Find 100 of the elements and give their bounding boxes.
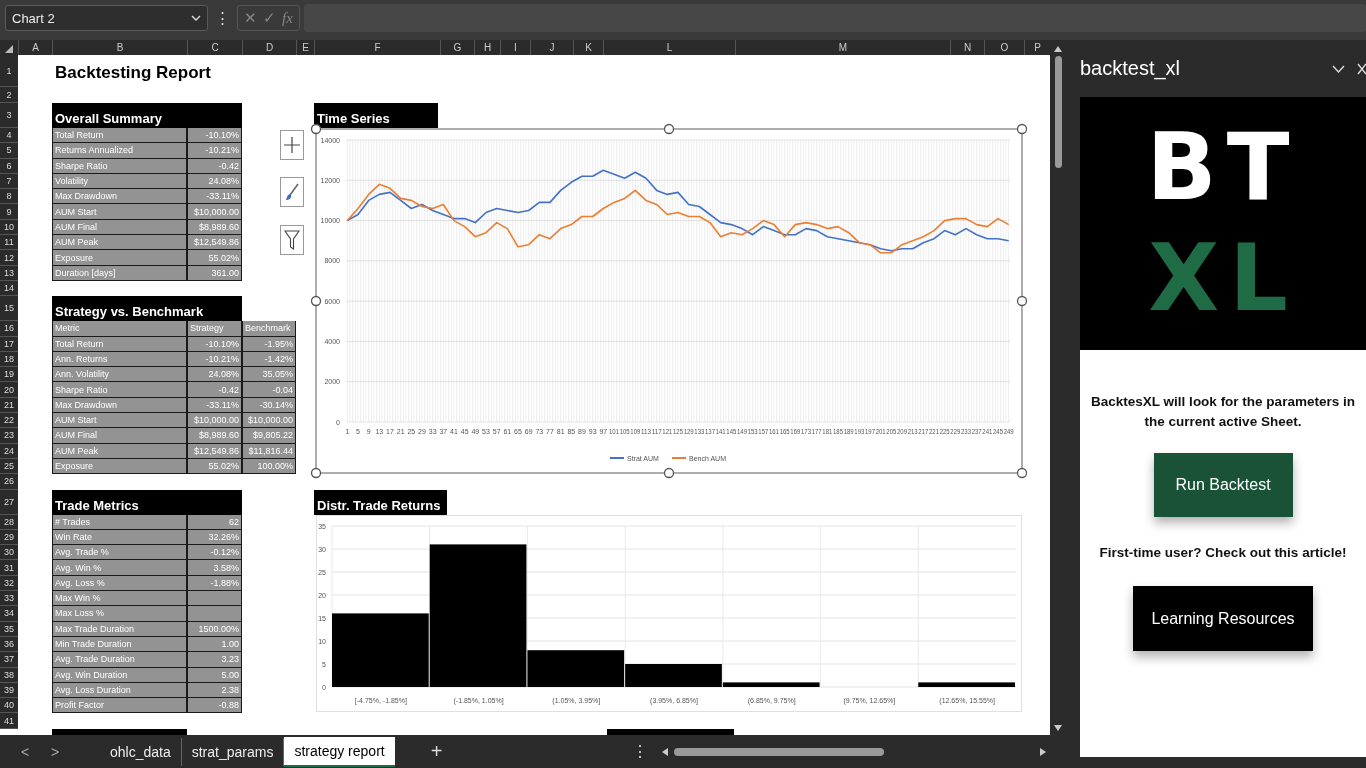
metric-label: Profit Factor bbox=[52, 698, 187, 714]
row-header[interactable]: 9 bbox=[0, 204, 18, 220]
run-backtest-button[interactable]: Run Backtest bbox=[1153, 453, 1293, 518]
row-header[interactable]: 33 bbox=[0, 591, 18, 607]
metric-label: Max Loss % bbox=[52, 606, 187, 622]
add-sheet-button[interactable]: + bbox=[430, 740, 443, 763]
metric-value: $8,989.60 bbox=[187, 428, 242, 444]
chart-heading: Distr. Trade Returns bbox=[314, 489, 447, 515]
column-label: Benchmark bbox=[242, 321, 296, 337]
name-box[interactable]: Chart 2 bbox=[5, 5, 208, 31]
resize-handle[interactable] bbox=[663, 467, 675, 479]
chart-heading: Time Series bbox=[314, 103, 438, 128]
row-header[interactable]: 41 bbox=[0, 713, 18, 729]
benchmark-value: $9,805.22 bbox=[242, 428, 296, 444]
metric-label: AUM Start bbox=[52, 413, 187, 429]
metric-value: $10,000.00 bbox=[187, 413, 242, 429]
metric-value: 3.23 bbox=[187, 652, 242, 668]
column-header[interactable]: G bbox=[453, 42, 462, 53]
scroll-right-icon[interactable] bbox=[1040, 747, 1046, 756]
row-header[interactable]: 3 bbox=[0, 103, 18, 128]
metric-label: Max Drawdown bbox=[52, 189, 187, 205]
prompt-text: First-time user? Check out this article! bbox=[1099, 545, 1347, 561]
metric-value: -10.10% bbox=[187, 128, 242, 144]
row-header[interactable]: 4 bbox=[0, 128, 18, 144]
resize-handle[interactable] bbox=[310, 295, 322, 307]
row-header[interactable]: 34 bbox=[0, 606, 18, 622]
column-header[interactable]: O bbox=[1000, 42, 1009, 53]
column-header[interactable]: A bbox=[32, 42, 39, 53]
row-header[interactable]: 30 bbox=[0, 545, 18, 561]
column-header[interactable]: L bbox=[666, 42, 673, 53]
row-header[interactable]: 40 bbox=[0, 698, 18, 714]
metric-value: -10.21% bbox=[187, 143, 242, 159]
report-title: Backtesting Report bbox=[55, 63, 211, 83]
resize-handle[interactable] bbox=[1016, 467, 1028, 479]
metric-value: -0.12% bbox=[187, 545, 242, 561]
row-header[interactable]: 22 bbox=[0, 413, 18, 429]
section-title: Overall Summary bbox=[52, 103, 242, 128]
metric-label: AUM Final bbox=[52, 428, 187, 444]
row-header[interactable]: 37 bbox=[0, 652, 18, 668]
metric-label: Exposure bbox=[52, 250, 187, 266]
chart-styles-button[interactable] bbox=[280, 177, 304, 207]
column-header[interactable]: K bbox=[585, 42, 592, 53]
metric-label: Avg. Trade % bbox=[52, 545, 187, 561]
column-header[interactable]: C bbox=[211, 42, 219, 53]
metric-label: AUM Peak bbox=[52, 235, 187, 251]
sheet-tab[interactable]: ohlc_data bbox=[100, 737, 182, 766]
row-header[interactable]: 31 bbox=[0, 560, 18, 576]
column-header[interactable]: I bbox=[514, 42, 517, 53]
chart-filters-button[interactable] bbox=[280, 225, 304, 255]
row-header[interactable]: 20 bbox=[0, 382, 18, 398]
column-header[interactable]: M bbox=[838, 42, 848, 53]
row-header[interactable]: 27 bbox=[0, 489, 18, 515]
column-header[interactable]: D bbox=[265, 42, 274, 53]
metric-value: -0.42 bbox=[187, 382, 242, 398]
column-header[interactable]: F bbox=[374, 42, 381, 53]
row-header[interactable]: 16 bbox=[0, 321, 18, 337]
resize-handle[interactable] bbox=[310, 467, 322, 479]
next-sheet-button[interactable]: > bbox=[40, 743, 70, 760]
learning-resources-button[interactable]: Learning Resources bbox=[1133, 586, 1313, 652]
column-header[interactable]: H bbox=[483, 42, 492, 53]
chart-elements-button[interactable] bbox=[280, 130, 304, 160]
section-title: Strategy vs. Benchmark bbox=[52, 296, 242, 322]
resize-handle[interactable] bbox=[310, 123, 322, 135]
scroll-left-icon[interactable] bbox=[662, 747, 668, 756]
row-header[interactable]: 26 bbox=[0, 474, 18, 490]
sheet-tab[interactable]: strategy report bbox=[284, 736, 395, 767]
previous-sheet-button[interactable]: < bbox=[10, 743, 40, 760]
more-button[interactable]: ⋮ bbox=[212, 9, 233, 27]
row-header[interactable]: 8 bbox=[0, 189, 18, 205]
benchmark-value: $10,000.00 bbox=[242, 413, 296, 429]
row-header[interactable]: 1 bbox=[0, 55, 18, 87]
more-button[interactable]: ⋮ bbox=[632, 742, 648, 761]
scroll-thumb[interactable] bbox=[674, 747, 884, 756]
pane-title: backtest_xl bbox=[1080, 57, 1181, 80]
close-icon[interactable] bbox=[1357, 62, 1366, 75]
scroll-up-icon[interactable] bbox=[1054, 46, 1062, 52]
row-header[interactable]: 11 bbox=[0, 235, 18, 251]
resize-handle[interactable] bbox=[1016, 295, 1028, 307]
horizontal-scrollbar[interactable] bbox=[662, 747, 1046, 756]
column-header[interactable]: B bbox=[116, 42, 124, 53]
row-header[interactable]: 15 bbox=[0, 296, 18, 322]
row-header[interactable]: 19 bbox=[0, 367, 18, 383]
select-all-icon[interactable] bbox=[5, 45, 13, 53]
column-header[interactable]: N bbox=[963, 42, 972, 53]
scroll-thumb[interactable] bbox=[1054, 56, 1062, 168]
metric-label: Max Win % bbox=[52, 591, 187, 607]
instruction-text: BacktesXL will look for the parameters in the current active Sheet. bbox=[1090, 393, 1356, 431]
resize-handle[interactable] bbox=[663, 123, 675, 135]
resize-handle[interactable] bbox=[1016, 123, 1028, 135]
metric-label: Sharpe Ratio bbox=[52, 382, 187, 398]
scroll-down-icon[interactable] bbox=[1054, 725, 1062, 731]
row-header[interactable]: 12 bbox=[0, 250, 18, 266]
metric-label: Total Return bbox=[52, 128, 187, 144]
row-header[interactable]: 2 bbox=[0, 87, 18, 103]
column-header[interactable]: E bbox=[302, 42, 309, 53]
chevron-down-icon[interactable] bbox=[1332, 64, 1345, 73]
column-header[interactable]: P bbox=[1034, 42, 1041, 53]
row-header[interactable]: 23 bbox=[0, 428, 18, 444]
column-header[interactable]: J bbox=[549, 42, 555, 53]
row-header[interactable]: 5 bbox=[0, 143, 18, 159]
